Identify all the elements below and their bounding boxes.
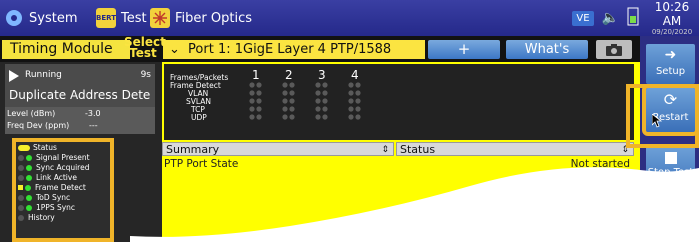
torn-edge-overlay (130, 167, 699, 242)
app-window: System BERT Test Fiber Optics VE 🔈 10:26… (0, 0, 699, 242)
cursor-icon (652, 114, 662, 128)
